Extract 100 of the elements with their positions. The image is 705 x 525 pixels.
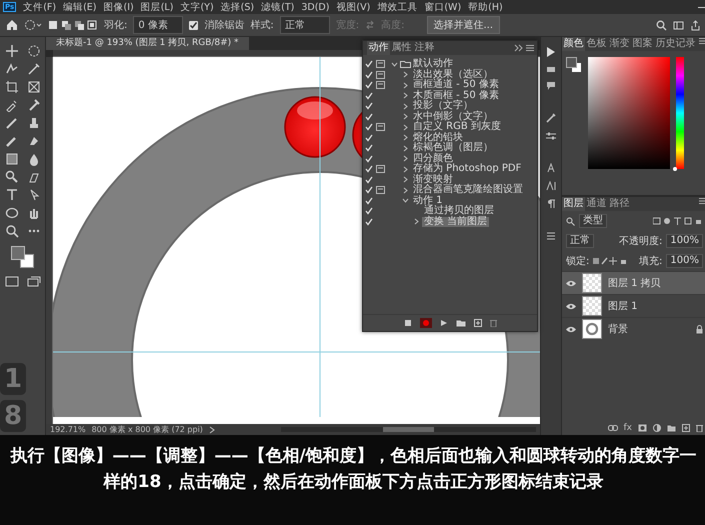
check-icon[interactable]	[364, 70, 372, 79]
dialog-toggle-icon[interactable]	[376, 81, 385, 90]
trash-icon[interactable]	[696, 424, 703, 432]
check-icon[interactable]	[364, 81, 372, 90]
trash-icon[interactable]	[490, 319, 496, 327]
box-icon[interactable]	[546, 65, 556, 73]
panel-tab[interactable]: 注释	[413, 41, 436, 55]
menu-item[interactable]: 视图(V)	[336, 0, 370, 14]
link-icon[interactable]	[608, 425, 618, 431]
chevron-right-icon[interactable]	[402, 186, 409, 194]
tool-icon[interactable]	[4, 152, 18, 166]
tool-icon[interactable]	[4, 188, 18, 202]
properties-icon[interactable]	[546, 231, 556, 241]
play-icon[interactable]	[546, 47, 556, 57]
style-dropdown[interactable]: 正常	[280, 16, 330, 34]
check-icon[interactable]	[364, 165, 372, 174]
check-icon[interactable]	[364, 123, 372, 132]
menu-icon[interactable]	[699, 197, 705, 205]
panel-tab[interactable]: 色板	[585, 37, 608, 51]
menu-item[interactable]: 文字(Y)	[180, 0, 214, 14]
document-tab[interactable]: 未标题-1 @ 193% (图层 1 拷贝, RGB/8#) *	[46, 37, 249, 50]
check-icon[interactable]	[364, 92, 372, 100]
eye-icon[interactable]	[566, 326, 576, 332]
character-icon[interactable]	[546, 181, 556, 191]
menu-item[interactable]: 增效工具	[377, 0, 418, 14]
chevron-right-icon[interactable]	[402, 102, 409, 110]
menu-item[interactable]: 3D(D)	[301, 2, 330, 12]
tool-icon[interactable]	[4, 44, 18, 58]
color-swatches-icon[interactable]	[566, 57, 582, 73]
blend-mode-dropdown[interactable]: 正常	[566, 234, 594, 248]
tool-icon[interactable]	[26, 80, 40, 94]
action-item[interactable]: 默认动作	[411, 59, 455, 70]
tool-icon[interactable]	[4, 98, 18, 112]
menu-item[interactable]: 图像(I)	[104, 0, 134, 14]
panel-tab[interactable]: 图案	[631, 37, 654, 51]
tool-icon[interactable]	[4, 134, 18, 148]
folder-icon[interactable]	[456, 319, 466, 327]
menu-item[interactable]: 选择(S)	[220, 0, 254, 14]
tool-icon[interactable]	[26, 62, 40, 76]
layer-row[interactable]: 图层 1 拷贝	[562, 271, 705, 294]
check-icon[interactable]	[364, 144, 372, 152]
action-item[interactable]: 画框通道 - 50 像素	[411, 80, 501, 90]
search-icon[interactable]	[566, 216, 575, 226]
check-icon[interactable]	[364, 176, 372, 184]
record-icon[interactable]	[422, 319, 430, 327]
comment-icon[interactable]	[546, 81, 556, 91]
action-item[interactable]: 自定义 RGB 到灰度	[411, 122, 503, 132]
action-item[interactable]: 水中倒影（文字）	[411, 112, 495, 122]
action-item[interactable]: 木质画框 - 50 像素	[411, 90, 501, 101]
panel-tab[interactable]: 渐变	[608, 37, 631, 51]
panel-tab[interactable]: 图层	[562, 197, 585, 211]
mask-icon[interactable]	[638, 424, 647, 432]
check-icon[interactable]	[364, 186, 372, 194]
chevron-right-icon[interactable]	[402, 144, 409, 152]
dialog-toggle-icon[interactable]	[376, 165, 385, 174]
panel-tab[interactable]: 通道	[585, 197, 608, 211]
panel-tab[interactable]: 历史记录	[654, 37, 697, 51]
action-item[interactable]: 投影（文字）	[411, 101, 475, 112]
chevron-right-icon[interactable]	[402, 176, 409, 184]
selection-mode-icon[interactable]	[48, 19, 98, 31]
menu-item[interactable]: 图层(L)	[140, 0, 174, 14]
chevron-down-icon[interactable]	[391, 60, 398, 68]
glyphs-icon[interactable]	[546, 163, 556, 173]
panel-tab[interactable]: 路径	[608, 197, 631, 211]
check-icon[interactable]	[364, 218, 372, 226]
dialog-toggle-icon[interactable]	[376, 70, 385, 79]
check-icon[interactable]	[364, 207, 372, 216]
hue-slider[interactable]	[676, 57, 684, 169]
play-icon[interactable]	[440, 319, 448, 327]
action-item[interactable]: 渐变映射	[411, 174, 455, 185]
check-icon[interactable]	[364, 154, 372, 163]
tool-icon[interactable]	[4, 206, 18, 220]
check-icon[interactable]	[364, 196, 372, 205]
action-item[interactable]: 存储为 Photoshop PDF	[411, 164, 524, 174]
chevron-right-icon[interactable]	[402, 134, 409, 142]
menu-icon[interactable]	[526, 44, 534, 52]
action-item[interactable]: 混合器画笔克隆绘图设置	[411, 185, 525, 196]
tool-icon[interactable]	[26, 44, 40, 58]
search-icon[interactable]	[656, 20, 667, 30]
tool-icon[interactable]	[26, 98, 40, 112]
check-icon[interactable]	[364, 102, 372, 110]
opacity-field[interactable]: 100%	[666, 234, 703, 248]
adjustment-icon[interactable]	[653, 424, 661, 432]
chevron-right-icon[interactable]	[413, 218, 420, 226]
antialias-checkbox[interactable]	[189, 20, 198, 30]
chevron-right-icon[interactable]	[402, 113, 409, 120]
color-field[interactable]	[588, 57, 670, 169]
lock-icon[interactable]	[696, 324, 703, 334]
action-item[interactable]: 熔化的铅块	[411, 132, 465, 143]
brush-icon[interactable]	[546, 113, 556, 123]
layer-row[interactable]: 背景	[562, 317, 705, 340]
menu-item[interactable]: 滤镜(T)	[261, 0, 294, 14]
menu-item[interactable]: 编辑(E)	[63, 0, 96, 14]
screen-mode-icon[interactable]	[26, 274, 40, 288]
layer-row[interactable]: 图层 1	[562, 294, 705, 317]
chevron-right-icon[interactable]	[402, 166, 409, 173]
share-icon[interactable]	[690, 20, 701, 30]
menu-item[interactable]: 帮助(H)	[468, 0, 503, 14]
panel-tab[interactable]: 属性	[390, 41, 413, 55]
feather-field[interactable]: 0 像素	[133, 16, 184, 34]
